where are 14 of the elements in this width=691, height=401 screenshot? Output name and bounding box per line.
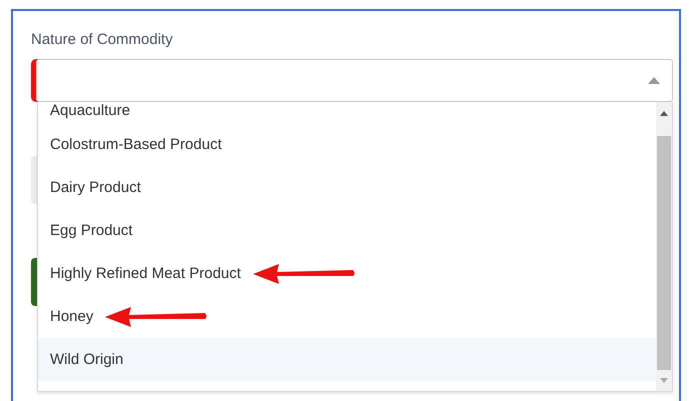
select-field[interactable] (36, 59, 673, 102)
scroll-up-icon[interactable] (660, 111, 668, 116)
dropdown-option[interactable]: Wild Origin (38, 338, 656, 381)
dropdown-option[interactable]: Honey (38, 295, 656, 338)
dropdown-option[interactable]: Highly Refined Meat Product (38, 252, 656, 295)
field-label: Nature of Commodity (31, 31, 174, 48)
scrollbar[interactable] (656, 102, 672, 391)
dropdown-option[interactable]: Aquaculture (38, 102, 656, 123)
dropdown-option[interactable]: Egg Product (38, 209, 656, 252)
dropdown-option[interactable]: Dairy Product (38, 166, 656, 209)
scroll-thumb[interactable] (657, 136, 671, 370)
dropdown-option[interactable]: Colostrum-Based Product (38, 123, 656, 166)
scroll-down-icon[interactable] (660, 378, 668, 383)
caret-icon (648, 77, 660, 84)
